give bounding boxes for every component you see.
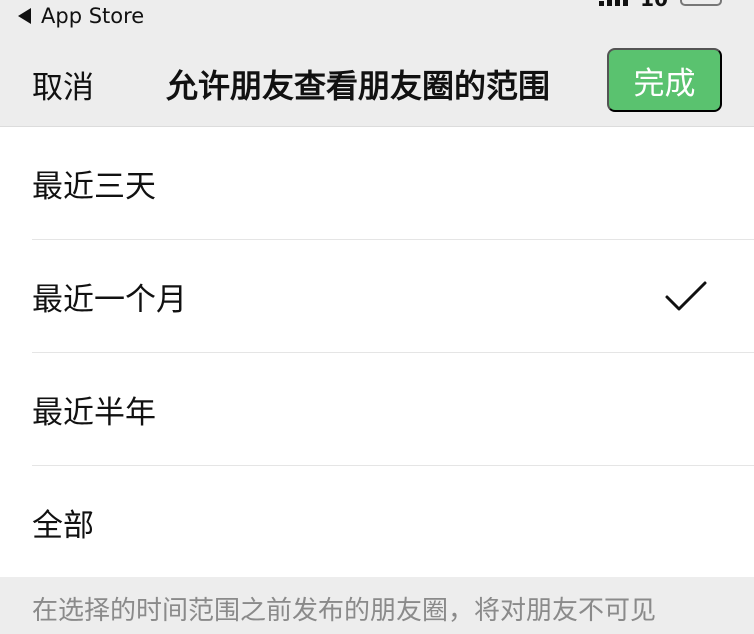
option-row-3-days[interactable]: 最近三天: [0, 127, 754, 240]
cancel-button[interactable]: 取消: [32, 62, 94, 107]
range-options-list: 最近三天 最近一个月 最近半年 全部: [0, 127, 754, 577]
battery-icon: [680, 0, 722, 6]
option-label: 最近一个月: [32, 282, 187, 318]
footer-note: 在选择的时间范围之前发布的朋友圈，将对朋友不可见: [32, 596, 657, 626]
status-time: 10: [640, 0, 668, 9]
option-row-all[interactable]: 全部: [0, 466, 754, 579]
checkmark-icon: [665, 281, 707, 311]
back-to-app-store[interactable]: App Store: [18, 4, 144, 28]
status-indicators: 10: [599, 0, 722, 9]
option-label: 最近三天: [32, 169, 156, 205]
option-label: 全部: [32, 508, 94, 544]
done-button[interactable]: 完成: [607, 48, 722, 112]
status-bar: App Store 10: [0, 0, 754, 34]
option-label: 最近半年: [32, 395, 156, 431]
option-row-half-year[interactable]: 最近半年: [0, 353, 754, 466]
option-row-1-month[interactable]: 最近一个月: [0, 240, 754, 353]
back-triangle-icon: [18, 8, 31, 24]
back-app-label: App Store: [41, 4, 145, 28]
navigation-bar: 取消 允许朋友查看朋友圈的范围 完成: [0, 34, 754, 126]
signal-icon: [599, 0, 629, 6]
page-title: 允许朋友查看朋友圈的范围: [166, 67, 551, 105]
